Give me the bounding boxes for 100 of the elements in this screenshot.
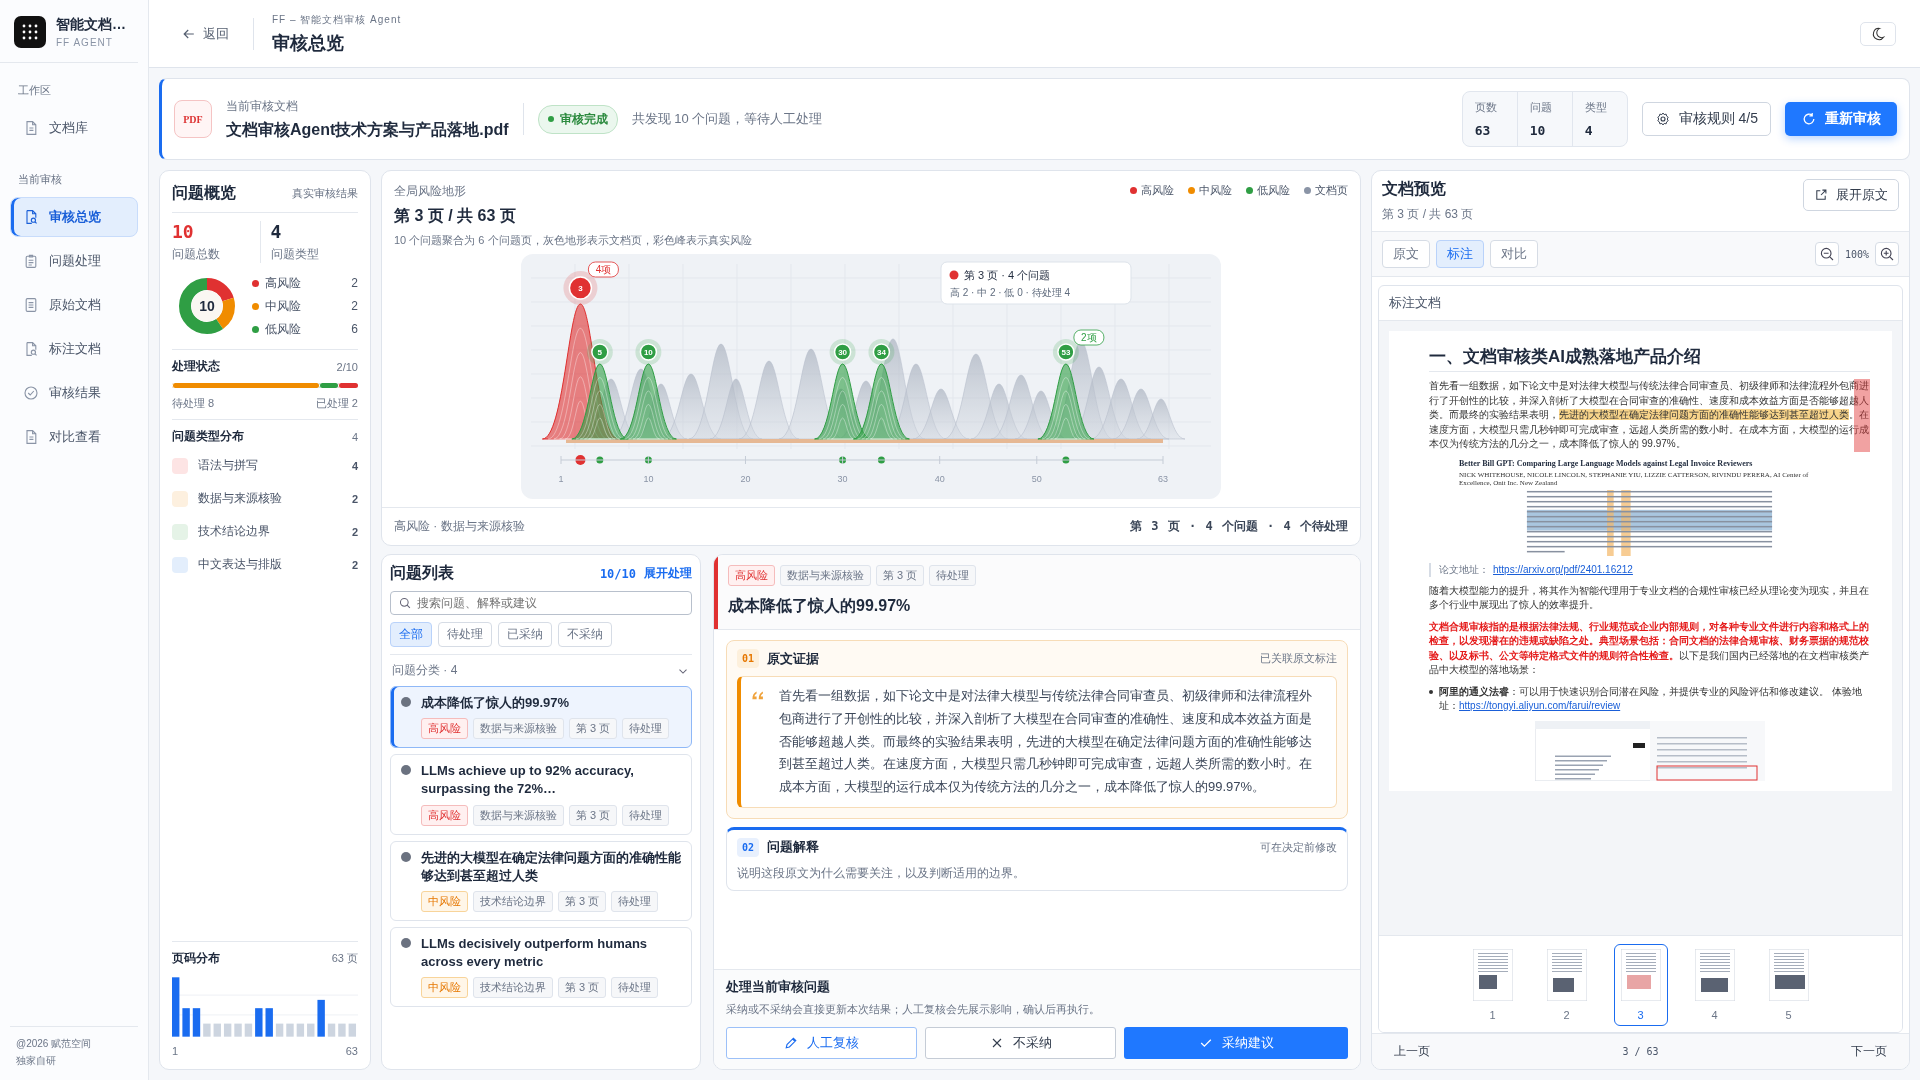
page-tooltip: 第 3 页 · 4 个问题 高 2 · 中 2 · 低 0 · 待处理 4 xyxy=(940,261,1132,305)
dark-mode-button[interactable] xyxy=(1860,21,1896,46)
section-title: 问题类型分布 xyxy=(172,428,244,445)
sidebar-section-title: 工作区 xyxy=(18,83,52,98)
quote-icon xyxy=(751,689,765,701)
page-dot xyxy=(596,456,604,464)
tag: 待处理 xyxy=(622,804,670,826)
preview-page: 第 3 页 / 共 63 页 xyxy=(1382,206,1474,223)
category-dropdown[interactable]: 问题分类 · 4 xyxy=(390,662,692,679)
axis-tick-label: 40 xyxy=(934,474,945,484)
selection-summary: 高风险 · 数据与来源核验 xyxy=(394,518,525,535)
list-title: 问题列表 xyxy=(390,563,454,583)
page-marker[interactable]: 53 xyxy=(1052,339,1079,365)
tag: 中风险 xyxy=(421,977,468,999)
sidebar-item[interactable]: 文档库 xyxy=(10,108,138,148)
tag: 技术结论边界 xyxy=(473,977,553,999)
page-thumbnail-icon xyxy=(1694,949,1735,1001)
axis-tick-label: 30 xyxy=(837,474,848,484)
settings-icon xyxy=(1654,111,1671,127)
bullet-icon xyxy=(401,765,411,776)
tag: 第 3 页 xyxy=(569,804,618,826)
page-thumbnail[interactable]: 3 xyxy=(1613,944,1668,1026)
expand-button[interactable]: 展开原文 xyxy=(1803,179,1899,211)
chart-subtitle: 10 个问题聚合为 6 个问题页，灰色地形表示文档页，彩色峰表示真实风险 xyxy=(394,233,752,248)
previous-page-button[interactable]: 上一页 xyxy=(1388,1042,1436,1061)
page-summary: 第 3 页 · 4 个问题 · 4 个待处理 xyxy=(1130,518,1348,535)
issue-title: LLMs achieve up to 92% accuracy, surpassing the 72%… xyxy=(421,762,635,799)
sidebar-item[interactable]: 审核结果 xyxy=(10,373,138,413)
sidebar-item[interactable]: 对比查看 xyxy=(10,417,138,457)
accept-button[interactable]: 采纳建议 xyxy=(1123,1027,1348,1059)
view-mode-tab[interactable]: 对比 xyxy=(1490,240,1538,268)
filter-tab[interactable]: 不采纳 xyxy=(558,622,612,647)
external-link-icon xyxy=(1814,188,1828,202)
tag: 第 3 页 xyxy=(558,890,607,912)
file-icon xyxy=(23,429,39,445)
back-button[interactable]: 返回 xyxy=(175,23,235,44)
page-marker[interactable]: 3 xyxy=(563,271,598,305)
file-icon xyxy=(23,120,39,136)
type-count: 4 xyxy=(351,459,358,472)
bullet-icon xyxy=(1429,689,1433,694)
sidebar-item[interactable]: 问题处理 xyxy=(10,241,138,281)
axis-tick-label: 63 xyxy=(1158,474,1168,484)
page-marker[interactable]: 10 xyxy=(635,339,662,365)
page-marker[interactable]: 34 xyxy=(868,339,895,365)
issue-item[interactable]: 先进的大模型在确定法律问题方面的准确性能够达到甚至超过人类 中风险 技术结论边界 第 3 页 待处理 xyxy=(390,840,692,921)
issue-item[interactable]: 成本降低了惊人的99.97% 高风险 数据与来源核验 第 3 页 待处理 xyxy=(390,686,692,749)
zoom-out-button[interactable] xyxy=(1814,242,1839,266)
tag: 高风险 xyxy=(421,804,468,826)
issue-count: 10/10 xyxy=(599,566,636,581)
review-button[interactable]: 人工复核 xyxy=(726,1027,917,1059)
view-mode-tab[interactable]: 原文 xyxy=(1382,240,1430,268)
quote-text: 首先看一组数据，如下论文中是对法律大模型与传统法律合同审查员、初级律师和法律流程外包商进行了开创性的比较，并深入剖析了大模型在合同审查的准确性、速度和成本效益方面是否能够超越人类。而最终的实验结果表明，先进的大模型在确定法律问题方面的准确性能够达到甚至超过人类。在速度方面，大模型只需几秒钟即可完成审查，远超人类所需的数小时。在成本方面，大模型的运行成本仅为传统方法的几分之一，成本降低了惊人的99.97%。 xyxy=(779,687,1313,796)
page-marker[interactable]: 5 xyxy=(586,339,613,365)
rules-button[interactable]: 审核规则 4/5 xyxy=(1641,102,1771,136)
product-link[interactable]: https://tongyi.aliyun.com/farui/review xyxy=(1459,700,1621,711)
sidebar-item[interactable]: 审核总览 xyxy=(10,197,138,237)
pencil-icon xyxy=(783,1035,800,1051)
next-page-button[interactable]: 下一页 xyxy=(1845,1042,1893,1061)
preview-title: 文档预览 xyxy=(1382,179,1447,199)
copyright-text: 独家自研 xyxy=(16,1054,57,1068)
sidebar-section-title: 当前审核 xyxy=(18,172,63,187)
sidebar-item[interactable]: 原始文档 xyxy=(10,285,138,325)
page-thumbnail-icon xyxy=(1546,949,1587,1001)
page-dot xyxy=(839,456,847,464)
zoom-in-button[interactable] xyxy=(1875,242,1899,266)
filter-tab[interactable]: 全部 xyxy=(390,622,432,647)
page-thumbnail-icon xyxy=(1620,949,1661,1001)
refresh-icon xyxy=(1801,111,1817,127)
page-dot xyxy=(575,455,586,465)
tag: 数据与来源核验 xyxy=(780,565,871,586)
page-marker[interactable]: 30 xyxy=(829,339,856,365)
type-count: 2 xyxy=(351,492,358,505)
sidebar-item[interactable]: 标注文档 xyxy=(10,329,138,369)
view-mode-tab[interactable]: 标注 xyxy=(1436,240,1484,268)
count-badge: 2项 xyxy=(1073,329,1105,346)
explanation-text: 说明这段原文为什么需要关注，以及判断适用的边界。 xyxy=(737,864,1026,882)
moon-icon xyxy=(1870,25,1886,42)
expand-link[interactable]: 展开处理 xyxy=(644,565,692,582)
rerun-button[interactable]: 重新审核 xyxy=(1785,102,1897,136)
issue-item[interactable]: LLMs decisively outperform humans across every metric 中风险 技术结论边界 第 3 页 待处理 xyxy=(390,926,692,1008)
issue-title: 成本降低了惊人的99.97% xyxy=(421,694,570,712)
count-badge: 4项 xyxy=(588,261,619,278)
stat-value: 63 xyxy=(1474,123,1492,138)
filter-tab[interactable]: 待处理 xyxy=(438,622,492,647)
search-field[interactable]: 搜索问题、解释或建议 xyxy=(390,591,692,615)
bullet-icon xyxy=(401,851,411,862)
tag: 第 3 页 xyxy=(558,977,607,999)
reject-button[interactable]: 不采纳 xyxy=(924,1027,1116,1059)
zoom-out-icon xyxy=(1818,246,1835,262)
action-hint: 采纳或不采纳会直接更新本次结果；人工复核会先展示影响，确认后再执行。 xyxy=(726,1002,1101,1017)
risk-count: 2 xyxy=(351,276,358,290)
issue-item[interactable]: LLMs achieve up to 92% accuracy, surpassing the 72%… 高风险 数据与来源核验 第 3 页 待处理 xyxy=(390,754,692,835)
risk-count: 2 xyxy=(351,299,358,313)
search-icon xyxy=(398,596,412,610)
paper-link[interactable]: https://arxiv.org/pdf/2401.16212 xyxy=(1493,564,1633,575)
type-label: 语法与拼写 xyxy=(198,457,259,474)
pdf-badge: PDF xyxy=(174,100,212,138)
clipboard-icon xyxy=(23,253,39,269)
document-list-item: 阿里的通义法睿：可以用于快速识别合同潜在风险，并提供专业的风险评估和修改建议。 体验地址：https://tongyi.aliyun.com/farui/review xyxy=(1439,684,1863,713)
filter-tab[interactable]: 已采纳 xyxy=(498,622,552,647)
